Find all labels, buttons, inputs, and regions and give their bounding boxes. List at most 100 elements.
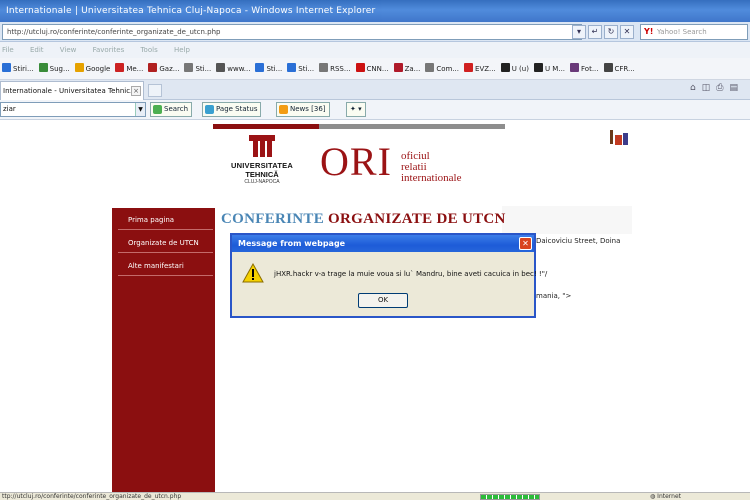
tab-active[interactable]: Internationale - Universitatea Tehnic...… [0,81,144,100]
extra-tool-button[interactable]: ✦ ▾ [346,102,366,117]
favorite-link[interactable]: U M... [532,58,568,79]
favorite-link[interactable]: Sti... [285,58,317,79]
tab-row: Internationale - Universitatea Tehnic...… [0,80,750,100]
utcn-logo[interactable]: UNIVERSITATEA TEHNICĂ CLUJ-NAPOCA [222,135,302,195]
content-shade [502,206,632,234]
favorite-link[interactable]: Za... [392,58,424,79]
sidebar-item-alte-manifestari[interactable]: Alte manifestari [118,256,213,276]
refresh-icon[interactable]: ↻ [604,25,618,39]
menu-file[interactable]: File [2,46,14,54]
favorite-icon [533,63,543,72]
favorite-link[interactable]: Sti... [182,58,214,79]
favorite-label: U (u) [511,65,529,73]
favorite-link[interactable]: CNN... [354,58,392,79]
favorite-label: Sti... [195,65,212,73]
alert-dialog: Message from webpage ✕ jHXR.hackr v-a tr… [230,233,547,318]
favorite-link[interactable]: Stiri... [0,58,37,79]
favorite-link[interactable]: Com... [423,58,462,79]
favorite-icon [2,63,11,72]
window-title-bar: Internationale | Universitatea Tehnica C… [0,0,750,22]
favorite-label: Gaz... [159,65,180,73]
address-dropdown-icon[interactable]: ▾ [572,25,586,39]
yahoo-icon: Y! [644,27,654,36]
feeds-icon[interactable]: ◫ [702,83,717,93]
ori-full-name: oficiul relatii internationale [401,151,461,184]
search-button[interactable]: Search [150,102,193,117]
header-line-grey [319,124,505,129]
window-title: Internationale | Universitatea Tehnica C… [6,6,376,16]
print-icon[interactable]: ⎙ [716,83,729,93]
ok-button[interactable]: OK [358,293,408,308]
sparkle-icon: ✦ ▾ [350,105,362,113]
ori-logo-text: ORI [320,139,392,184]
favorite-label: Google [85,65,111,73]
favorite-link[interactable]: Google [73,58,114,79]
favorite-label: CNN... [366,65,389,73]
favorite-link[interactable]: EVZ... [462,58,499,79]
menu-help[interactable]: Help [174,46,190,54]
page-status-button[interactable]: Page Status [202,102,262,117]
page-status-label: Page Status [216,105,258,113]
go-icon[interactable]: ↵ [588,25,602,39]
globe-icon: ◍ [650,493,656,500]
toolbar-icons-right: ⌂◫⎙▤ [690,83,744,93]
status-progress-bar [480,494,540,500]
favorite-icon [570,63,580,72]
menu-favorites[interactable]: Favorites [93,46,125,54]
favorite-icon [355,63,365,72]
warning-icon [242,263,264,283]
favorite-link[interactable]: Fot... [568,58,601,79]
favorite-link[interactable]: Gaz... [146,58,182,79]
university-line-2: TEHNICĂ [245,170,279,179]
favorite-label: CFR... [614,65,635,73]
search-toolbar: ziar ▼ Search Page Status News [36] ✦ ▾ [0,100,750,120]
header-line-red [213,124,319,129]
sidebar-item-organizate[interactable]: Organizate de UTCN [118,233,213,253]
favorite-icon [255,63,265,72]
menu-edit[interactable]: Edit [30,46,44,54]
page-menu-icon[interactable]: ▤ [729,83,744,93]
page-body-text-2: mania, "> [536,292,572,300]
toolbar-search-input[interactable]: ziar ▼ [0,102,146,117]
favorite-label: Sti... [298,65,315,73]
favorites-bar: Stiri... Sug... Google Me... Gaz... Sti... www… [0,58,750,80]
favorite-icon [74,63,84,72]
favorite-label: Sug... [49,65,70,73]
news-icon [279,105,288,114]
stop-icon[interactable]: ✕ [620,25,634,39]
address-input[interactable]: http://utcluj.ro/conferinte/conferinte_o… [2,24,582,40]
favorite-label: Za... [404,65,421,73]
dialog-title-bar[interactable]: Message from webpage [232,235,534,252]
favorite-label: Com... [436,65,460,73]
favorite-link[interactable]: Me... [113,58,146,79]
new-tab-button[interactable] [148,84,162,97]
favorite-label: Stiri... [13,65,34,73]
favorite-link[interactable]: www... [214,58,253,79]
chevron-down-icon[interactable]: ▼ [135,103,145,116]
status-zone: ◍ Internet [650,493,681,500]
dialog-close-icon[interactable]: ✕ [519,237,532,250]
sidebar-item-prima-pagina[interactable]: Prima pagina [118,210,213,230]
favorite-label: EVZ... [475,65,496,73]
language-flags-icon[interactable] [610,130,630,146]
address-bar-row: http://utcluj.ro/conferinte/conferinte_o… [0,22,750,42]
favorite-icon [287,63,297,72]
news-button[interactable]: News [36] [276,102,330,117]
dialog-message: jHXR.hackr v-a trage la muie voua si lu`… [274,270,548,278]
home-icon[interactable]: ⌂ [690,83,702,93]
favorite-link[interactable]: RSS... [317,58,353,79]
tab-close-icon[interactable]: × [131,86,141,96]
ori-word-3: internationale [401,172,462,184]
heading-part-1: CONFERINTE [221,211,325,227]
favorite-link[interactable]: U (u) [499,58,532,79]
favorite-link[interactable]: Sti... [253,58,285,79]
favorite-link[interactable]: Sug... [37,58,73,79]
favorite-icon [603,63,613,72]
yahoo-search-input[interactable]: Y! Yahoo! Search [640,24,748,40]
menu-tools[interactable]: Tools [140,46,157,54]
page-heading: CONFERINTE ORGANIZATE DE UTCN [221,211,506,228]
favorite-label: Sti... [266,65,283,73]
favorite-label: www... [227,65,251,73]
favorite-link[interactable]: CFR... [602,58,638,79]
menu-view[interactable]: View [60,46,77,54]
